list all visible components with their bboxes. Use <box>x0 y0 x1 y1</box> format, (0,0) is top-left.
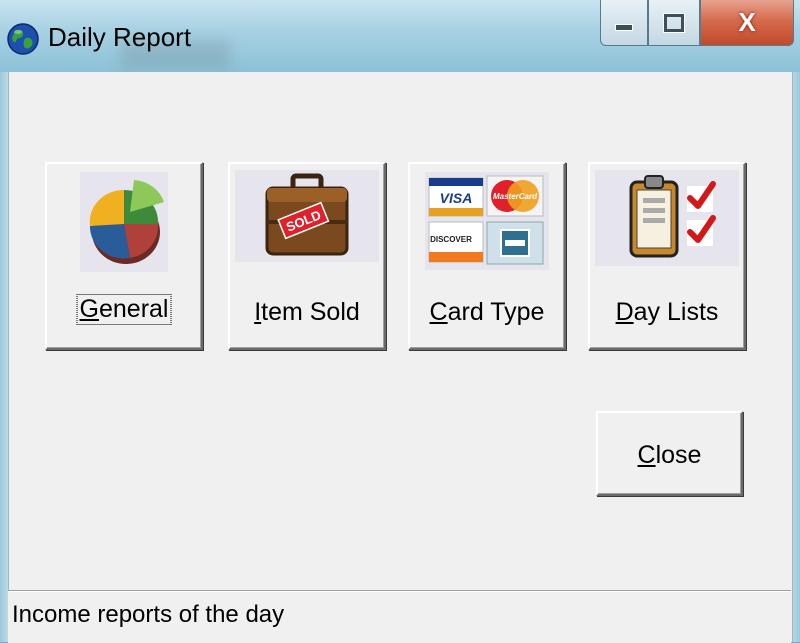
title-bar[interactable]: Daily Report X <box>0 0 800 73</box>
general-label: General <box>79 295 169 323</box>
item-sold-button[interactable]: SOLD Item Sold <box>228 162 386 350</box>
maximize-icon <box>663 12 685 33</box>
sold-briefcase-icon: SOLD <box>235 170 379 262</box>
focus-rectangle: General <box>76 294 172 325</box>
card-type-label: Card Type <box>429 298 545 326</box>
pie-chart-icon <box>80 172 168 272</box>
dialog-body <box>8 72 793 642</box>
minimize-icon <box>615 24 633 31</box>
window-title: Daily Report <box>48 22 192 52</box>
card-type-button[interactable]: VISA MasterCard DISCOVER Card Type <box>408 162 566 350</box>
item-sold-label: Item Sold <box>254 298 360 326</box>
close-button-label: Close <box>637 441 702 469</box>
mastercard-logo-text: MasterCard <box>493 192 538 201</box>
day-lists-label: Day Lists <box>615 298 719 326</box>
clipboard-checklist-icon <box>595 170 739 266</box>
discover-logo-text: DISCOVER <box>430 235 472 244</box>
close-icon: X <box>738 7 756 37</box>
window-close-button[interactable]: X <box>700 0 794 46</box>
close-button[interactable]: Close <box>596 411 743 496</box>
general-button[interactable]: General <box>45 162 203 350</box>
status-bar: Income reports of the day <box>8 590 791 643</box>
globe-icon <box>7 23 39 55</box>
minimize-button[interactable] <box>600 0 648 46</box>
day-lists-button[interactable]: Day Lists <box>588 162 746 350</box>
status-text: Income reports of the day <box>12 601 285 628</box>
maximize-button[interactable] <box>648 0 700 46</box>
visa-logo-text: VISA <box>440 190 473 206</box>
credit-cards-icon: VISA MasterCard DISCOVER <box>425 172 549 270</box>
